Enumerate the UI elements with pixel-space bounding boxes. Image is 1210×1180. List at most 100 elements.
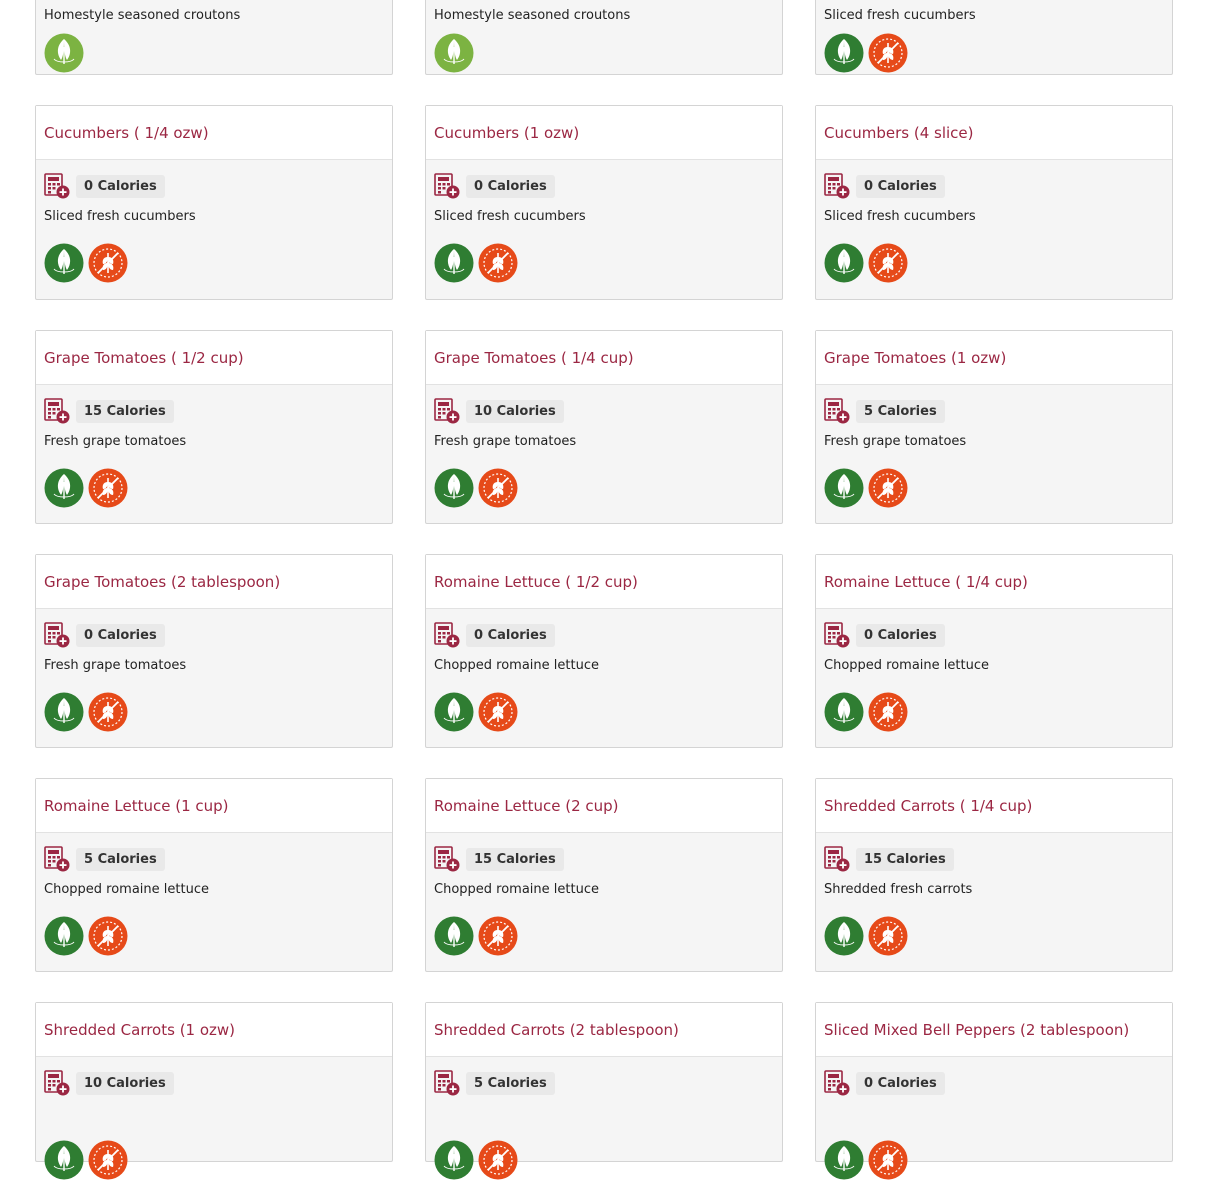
item-title-link[interactable]: Shredded Carrots (1 ozw) (44, 1021, 235, 1039)
dietary-icons (434, 243, 774, 283)
calculator-plus-icon[interactable] (824, 398, 850, 424)
menu-item-card: Homestyle seasoned croutons (425, 0, 783, 75)
calculator-plus-icon[interactable] (44, 846, 70, 872)
gluten-free-icon (868, 243, 908, 283)
calories-badge: 10 Calories (76, 1071, 174, 1095)
vegan-leaf-icon (434, 243, 474, 283)
menu-item-card: Romaine Lettuce ( 1/2 cup) 0 Calories Chop… (425, 554, 783, 748)
menu-item-card: Grape Tomatoes ( 1/2 cup) 15 Calories Fres… (35, 330, 393, 524)
calculator-plus-icon[interactable] (44, 398, 70, 424)
card-header: Shredded Carrots ( 1/4 cup) (816, 779, 1172, 833)
calories-badge: 0 Calories (466, 623, 555, 647)
dietary-icons (824, 468, 1164, 508)
vegan-leaf-icon (434, 916, 474, 956)
calculator-plus-icon[interactable] (824, 1070, 850, 1096)
card-header: Romaine Lettuce (2 cup) (426, 779, 782, 833)
calories-badge: 0 Calories (856, 1071, 945, 1095)
card-body: 0 Calories Fresh grape tomatoes (36, 609, 392, 732)
calculator-plus-icon[interactable] (824, 622, 850, 648)
vegetarian-leaf-icon (44, 33, 84, 73)
calculator-plus-icon[interactable] (434, 846, 460, 872)
dietary-icons (434, 33, 774, 73)
dietary-icons (434, 692, 774, 732)
menu-item-card: Homestyle seasoned croutons (35, 0, 393, 75)
dietary-icons (824, 33, 1164, 73)
item-title-link[interactable]: Sliced Mixed Bell Peppers (2 tablespoon) (824, 1021, 1129, 1039)
item-title-link[interactable]: Grape Tomatoes (2 tablespoon) (44, 573, 280, 591)
menu-item-card: Cucumbers ( 1/4 ozw) 0 Calories Sliced fre… (35, 105, 393, 300)
dietary-icons (824, 916, 1164, 956)
calculator-plus-icon[interactable] (44, 1070, 70, 1096)
calories-badge: 5 Calories (856, 399, 945, 423)
item-title-link[interactable]: Romaine Lettuce ( 1/4 cup) (824, 573, 1028, 591)
menu-item-card: Romaine Lettuce (1 cup) 5 Calories Chopped… (35, 778, 393, 972)
item-description (434, 1105, 774, 1123)
gluten-free-icon (868, 916, 908, 956)
calories-row: 0 Calories (434, 172, 774, 200)
gluten-free-icon (88, 916, 128, 956)
gluten-free-icon (478, 916, 518, 956)
card-body: 0 Calories Sliced fresh cucumbers (816, 160, 1172, 283)
item-description: Chopped romaine lettuce (434, 658, 599, 673)
vegan-leaf-icon (824, 243, 864, 283)
calories-badge: 0 Calories (856, 174, 945, 198)
calories-row: 10 Calories (434, 397, 774, 425)
calculator-plus-icon[interactable] (824, 846, 850, 872)
item-title-link[interactable]: Romaine Lettuce (1 cup) (44, 797, 229, 815)
calculator-plus-icon[interactable] (434, 622, 460, 648)
card-body: 15 Calories Fresh grape tomatoes (36, 385, 392, 508)
calculator-plus-icon[interactable] (824, 173, 850, 199)
calories-row: 15 Calories (824, 845, 1164, 873)
vegan-leaf-icon (44, 468, 84, 508)
calories-badge: 15 Calories (76, 399, 174, 423)
menu-item-card: Sliced Mixed Bell Peppers (2 tablespoon)… (815, 1002, 1173, 1180)
item-title-link[interactable]: Grape Tomatoes ( 1/2 cup) (44, 349, 244, 367)
calories-row: 0 Calories (824, 621, 1164, 649)
vegan-leaf-icon (824, 33, 864, 73)
card-body: 0 Calories Sliced fresh cucumbers (426, 160, 782, 283)
item-title-link[interactable]: Cucumbers ( 1/4 ozw) (44, 124, 209, 142)
gluten-free-icon (88, 468, 128, 508)
calculator-plus-icon[interactable] (434, 398, 460, 424)
card-body: 10 Calories Fresh grape tomatoes (426, 385, 782, 508)
card-header: Shredded Carrots (2 tablespoon) (426, 1003, 782, 1057)
menu-item-card: Shredded Carrots (2 tablespoon) 5 Calorie… (425, 1002, 783, 1180)
calories-row: 15 Calories (434, 845, 774, 873)
dietary-icons (434, 916, 774, 956)
item-title-link[interactable]: Shredded Carrots ( 1/4 cup) (824, 797, 1032, 815)
calculator-plus-icon[interactable] (434, 1070, 460, 1096)
item-title-link[interactable]: Cucumbers (1 ozw) (434, 124, 579, 142)
item-title-link[interactable]: Cucumbers (4 slice) (824, 124, 974, 142)
menu-item-card: Sliced fresh cucumbers (815, 0, 1173, 75)
calories-row: 0 Calories (824, 172, 1164, 200)
item-description: Fresh grape tomatoes (44, 658, 187, 673)
calculator-plus-icon[interactable] (44, 173, 70, 199)
calories-badge: 0 Calories (76, 174, 165, 198)
card-body: 15 Calories Chopped romaine lettuce (426, 833, 782, 956)
calculator-plus-icon[interactable] (44, 622, 70, 648)
item-title-link[interactable]: Romaine Lettuce ( 1/2 cup) (434, 573, 638, 591)
dietary-icons (44, 243, 384, 283)
item-title-link[interactable]: Romaine Lettuce (2 cup) (434, 797, 619, 815)
vegan-leaf-icon (434, 1140, 474, 1180)
gluten-free-icon (868, 692, 908, 732)
menu-item-card: Cucumbers (4 slice) 0 Calories Sliced fres… (815, 105, 1173, 300)
vegan-leaf-icon (824, 1140, 864, 1180)
item-title-link[interactable]: Shredded Carrots (2 tablespoon) (434, 1021, 679, 1039)
dietary-icons (44, 468, 384, 508)
calories-badge: 10 Calories (466, 399, 564, 423)
vegan-leaf-icon (434, 692, 474, 732)
item-title-link[interactable]: Grape Tomatoes (1 ozw) (824, 349, 1006, 367)
vegan-leaf-icon (824, 468, 864, 508)
calories-row: 10 Calories (44, 1069, 384, 1097)
calories-badge: 15 Calories (466, 847, 564, 871)
calories-row: 0 Calories (44, 172, 384, 200)
card-header: Shredded Carrots (1 ozw) (36, 1003, 392, 1057)
calculator-plus-icon[interactable] (434, 173, 460, 199)
calories-row: 5 Calories (824, 397, 1164, 425)
card-header: Cucumbers (4 slice) (816, 106, 1172, 160)
item-title-link[interactable]: Grape Tomatoes ( 1/4 cup) (434, 349, 634, 367)
item-description: Shredded fresh carrots (824, 882, 973, 897)
calories-badge: 0 Calories (466, 174, 555, 198)
card-body: 10 Calories (36, 1057, 392, 1180)
